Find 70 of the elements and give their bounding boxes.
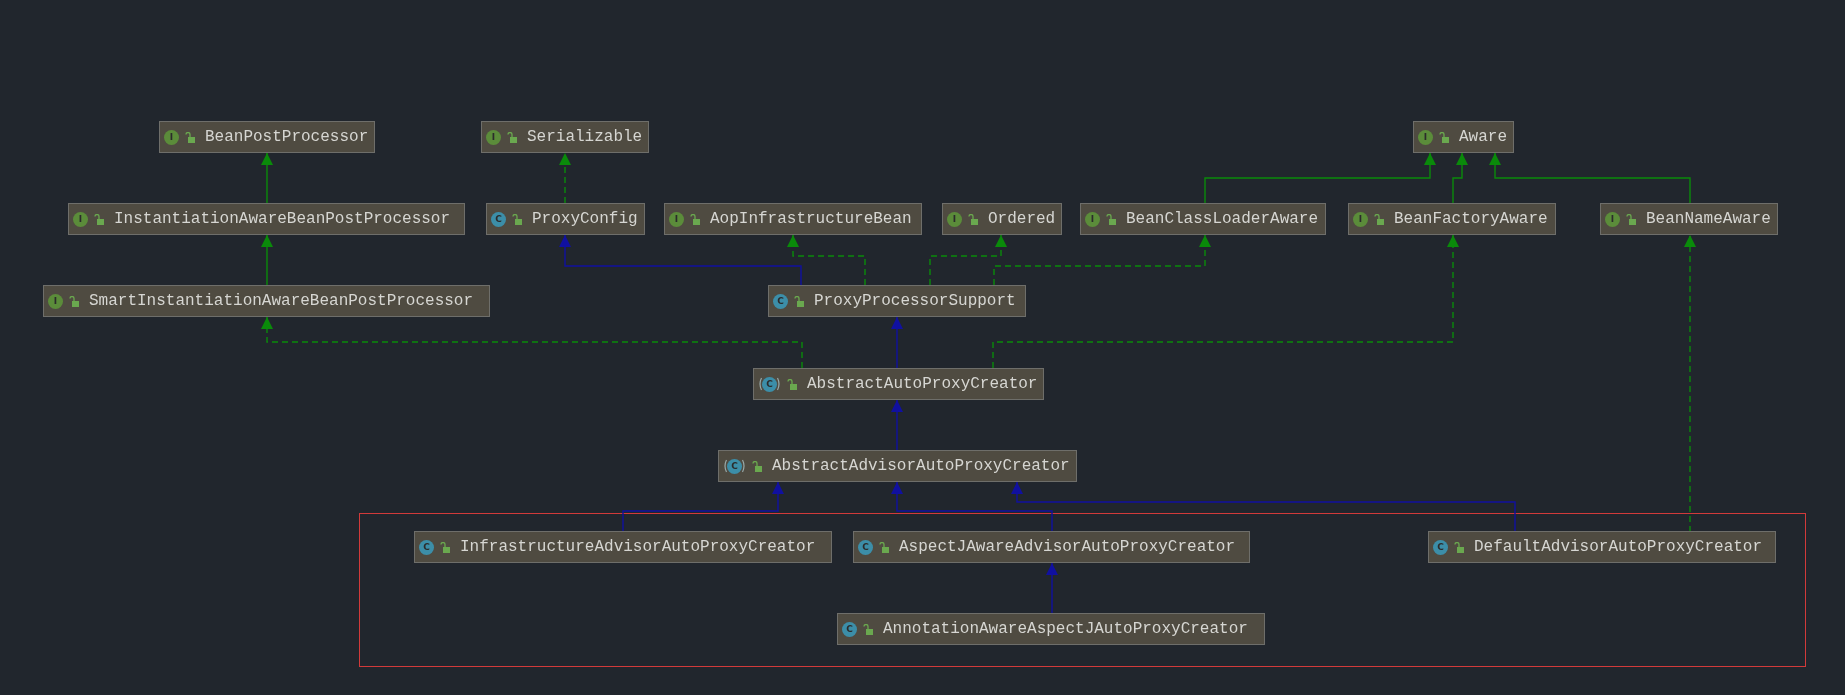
type-icon: I (947, 211, 962, 227)
class-name: Ordered (988, 210, 1056, 228)
class-node[interactable]: I BeanNameAware (1600, 203, 1778, 235)
class-node[interactable]: I InstantiationAwareBeanPostProcessor (68, 203, 465, 235)
class-name: AspectJAwareAdvisorAutoProxyCreator (899, 538, 1236, 556)
class-name: AopInfrastructureBean (710, 210, 912, 228)
unlocked-padlock-icon (879, 541, 889, 553)
class-node[interactable]: I Ordered (942, 203, 1063, 235)
type-icon: I (1605, 211, 1620, 227)
type-icon: C (858, 539, 873, 555)
class-name: Aware (1459, 128, 1507, 146)
type-icon: I (1085, 211, 1100, 227)
unlocked-padlock-icon (1106, 213, 1116, 225)
class-name: BeanClassLoaderAware (1126, 210, 1319, 228)
unlocked-padlock-icon (69, 295, 79, 307)
unlocked-padlock-icon (787, 378, 797, 390)
class-node[interactable]: C AnnotationAwareAspectJAutoProxyCreator (837, 613, 1265, 645)
class-node[interactable]: I AopInfrastructureBean (664, 203, 922, 235)
class-node[interactable]: C AbstractAdvisorAutoProxyCreator (718, 450, 1077, 482)
unlocked-padlock-icon (507, 131, 517, 143)
unlocked-padlock-icon (1439, 131, 1449, 143)
unlocked-padlock-icon (440, 541, 450, 553)
class-node[interactable]: C ProxyProcessorSupport (768, 285, 1026, 317)
type-icon: I (73, 211, 88, 227)
type-icon: I (48, 293, 63, 309)
type-icon: I (1418, 129, 1433, 145)
class-node[interactable]: C DefaultAdvisorAutoProxyCreator (1428, 531, 1776, 563)
unlocked-padlock-icon (690, 213, 700, 225)
class-node[interactable]: I BeanClassLoaderAware (1080, 203, 1326, 235)
class-node[interactable]: I Aware (1413, 121, 1514, 153)
unlocked-padlock-icon (1454, 541, 1464, 553)
type-icon: C (773, 293, 788, 309)
class-name: AnnotationAwareAspectJAutoProxyCreator (883, 620, 1248, 638)
unlocked-padlock-icon (794, 295, 804, 307)
class-name: BeanPostProcessor (205, 128, 369, 146)
class-name: DefaultAdvisorAutoProxyCreator (1474, 538, 1763, 556)
class-name: SmartInstantiationAwareBeanPostProcessor (89, 292, 474, 310)
class-name: InstantiationAwareBeanPostProcessor (114, 210, 451, 228)
class-name: ProxyConfig (532, 210, 638, 228)
unlocked-padlock-icon (512, 213, 522, 225)
class-node[interactable]: C InfrastructureAdvisorAutoProxyCreator (414, 531, 832, 563)
type-icon: I (1353, 211, 1368, 227)
class-node[interactable]: I BeanFactoryAware (1348, 203, 1556, 235)
type-icon: I (669, 211, 684, 227)
unlocked-padlock-icon (1374, 213, 1384, 225)
class-node[interactable]: I Serializable (481, 121, 650, 153)
class-node[interactable]: I BeanPostProcessor (159, 121, 376, 153)
unlocked-padlock-icon (1626, 213, 1636, 225)
type-icon: C (491, 211, 506, 227)
class-node[interactable]: C AbstractAutoProxyCreator (753, 368, 1045, 400)
type-icon: I (486, 129, 501, 145)
type-icon: C (419, 539, 434, 555)
unlocked-padlock-icon (863, 623, 873, 635)
type-icon: C (842, 621, 857, 637)
class-name: AbstractAutoProxyCreator (807, 375, 1038, 393)
class-name: AbstractAdvisorAutoProxyCreator (772, 457, 1070, 475)
class-name: ProxyProcessorSupport (814, 292, 1016, 310)
class-node[interactable]: I SmartInstantiationAwareBeanPostProcessor (43, 285, 490, 317)
class-name: BeanFactoryAware (1394, 210, 1548, 228)
type-icon: I (164, 129, 179, 145)
class-name: BeanNameAware (1646, 210, 1771, 228)
class-node[interactable]: C ProxyConfig (486, 203, 645, 235)
unlocked-padlock-icon (752, 460, 762, 472)
unlocked-padlock-icon (185, 131, 195, 143)
class-name: Serializable (527, 128, 643, 146)
class-node[interactable]: C AspectJAwareAdvisorAutoProxyCreator (853, 531, 1250, 563)
unlocked-padlock-icon (968, 213, 978, 225)
class-name: InfrastructureAdvisorAutoProxyCreator (460, 538, 816, 556)
type-icon: C (1433, 539, 1448, 555)
unlocked-padlock-icon (94, 213, 104, 225)
